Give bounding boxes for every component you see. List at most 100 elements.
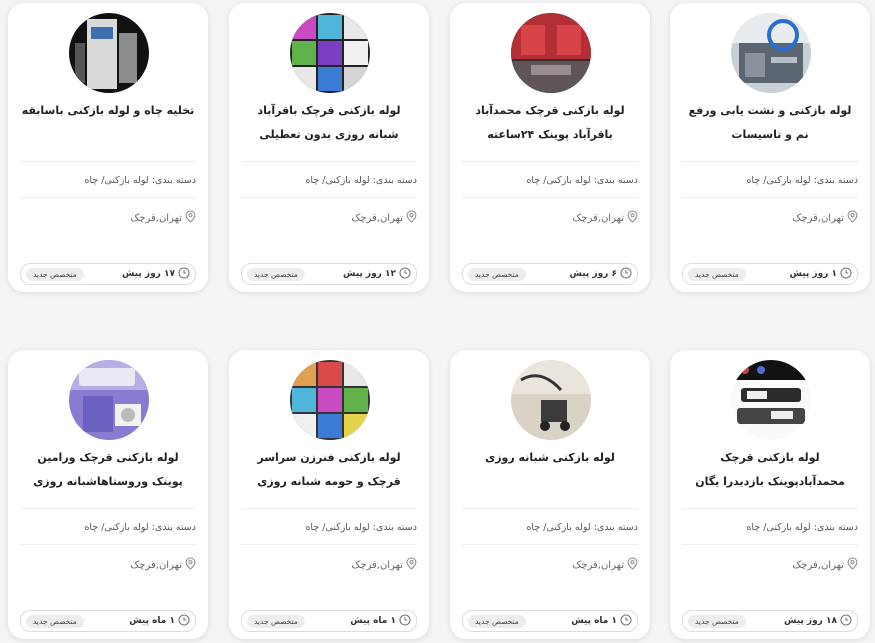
- category-prefix: دسته بندی:: [813, 522, 858, 533]
- status-badge: متخصص جدید: [468, 267, 526, 281]
- listing-time: ۱ ماه پیش: [571, 613, 632, 629]
- listing-footer: ۱۷ روز پیش متخصص جدید: [20, 263, 196, 285]
- listing-photo[interactable]: [69, 360, 149, 440]
- listing-photo[interactable]: [511, 360, 591, 440]
- listing-title[interactable]: لوله بازکنی قرچک باقرآباد شبانه روزی بدو…: [241, 99, 417, 155]
- clock-icon: [840, 266, 852, 282]
- listing-title[interactable]: لوله بازکنی قرچک ورامین پوینک وروستاهاشب…: [20, 446, 196, 502]
- clock-icon: [178, 613, 190, 629]
- listing-card[interactable]: تخلیه چاه و لوله بازکنی باسابقه دسته بندی…: [8, 3, 208, 292]
- category-prefix: دسته بندی:: [813, 175, 858, 186]
- location-pin-icon: [627, 210, 638, 226]
- listing-card[interactable]: لوله بازکنی و نشت یابی ورفع نم و تاسیسات…: [670, 3, 870, 292]
- listing-title[interactable]: لوله بازکنی و نشت یابی ورفع نم و تاسیسات: [682, 99, 858, 155]
- divider: [241, 508, 417, 509]
- listing-footer: ۱ ماه پیش متخصص جدید: [20, 610, 196, 632]
- listing-category: دسته بندی: لوله بازکنی/ چاه: [241, 175, 417, 186]
- listing-photo[interactable]: [731, 13, 811, 93]
- category-value: لوله بازکنی/ چاه: [746, 522, 811, 533]
- divider: [462, 544, 638, 545]
- listing-title[interactable]: لوله بازکنی فنرزن سراسر قرچک و حومه شبان…: [241, 446, 417, 502]
- time-text: ۱ روز پیش: [789, 269, 838, 279]
- status-badge: متخصص جدید: [688, 267, 746, 281]
- category-value: لوله بازکنی/ چاه: [526, 175, 591, 186]
- category-value: لوله بازکنی/ چاه: [305, 175, 370, 186]
- time-text: ۱ ماه پیش: [350, 616, 396, 626]
- divider: [20, 197, 196, 198]
- status-badge: متخصص جدید: [468, 614, 526, 628]
- clock-icon: [399, 266, 411, 282]
- divider: [682, 197, 858, 198]
- status-badge: متخصص جدید: [247, 614, 305, 628]
- listing-location: تهران,قرچک: [682, 210, 858, 226]
- listing-photo[interactable]: [511, 13, 591, 93]
- category-prefix: دسته بندی:: [593, 522, 638, 533]
- listing-location: تهران,قرچک: [682, 557, 858, 573]
- divider: [241, 544, 417, 545]
- clock-icon: [178, 266, 190, 282]
- time-text: ۱ ماه پیش: [129, 616, 175, 626]
- divider: [682, 161, 858, 162]
- location-text: تهران,قرچک: [130, 559, 182, 571]
- location-pin-icon: [627, 557, 638, 573]
- listing-photo[interactable]: [731, 360, 811, 440]
- divider: [462, 508, 638, 509]
- listing-location: تهران,قرچک: [462, 557, 638, 573]
- listing-footer: ۱۲ روز پیش متخصص جدید: [241, 263, 417, 285]
- listing-photo[interactable]: [69, 13, 149, 93]
- listing-card[interactable]: لوله بازکنی قرچک باقرآباد شبانه روزی بدو…: [229, 3, 429, 292]
- category-prefix: دسته بندی:: [372, 522, 417, 533]
- category-value: لوله بازکنی/ چاه: [746, 175, 811, 186]
- listing-card[interactable]: لوله بازکنی فنرزن سراسر قرچک و حومه شبان…: [229, 350, 429, 639]
- divider: [20, 508, 196, 509]
- listing-time: ۱ روز پیش: [789, 266, 853, 282]
- divider: [241, 197, 417, 198]
- listing-time: ۱۲ روز پیش: [343, 266, 411, 282]
- divider: [20, 161, 196, 162]
- listing-category: دسته بندی: لوله بازکنی/ چاه: [462, 522, 638, 533]
- time-text: ۱۷ روز پیش: [122, 269, 175, 279]
- category-prefix: دسته بندی:: [372, 175, 417, 186]
- listing-footer: ۶ روز پیش متخصص جدید: [462, 263, 638, 285]
- listing-photo[interactable]: [290, 360, 370, 440]
- location-pin-icon: [185, 210, 196, 226]
- listing-title[interactable]: لوله بازکنی شبانه روزی: [462, 446, 638, 502]
- category-value: لوله بازکنی/ چاه: [305, 522, 370, 533]
- listing-time: ۱۸ روز پیش: [784, 613, 852, 629]
- listing-category: دسته بندی: لوله بازکنی/ چاه: [20, 522, 196, 533]
- listing-footer: ۱ ماه پیش متخصص جدید: [462, 610, 638, 632]
- listing-time: ۶ روز پیش: [569, 266, 633, 282]
- listing-card[interactable]: لوله بازکنی قرچک محمدآبادپوینک بازدیدرا …: [670, 350, 870, 639]
- status-badge: متخصص جدید: [247, 267, 305, 281]
- listing-grid: لوله بازکنی و نشت یابی ورفع نم و تاسیسات…: [0, 0, 875, 643]
- category-prefix: دسته بندی:: [151, 175, 196, 186]
- location-text: تهران,قرچک: [572, 559, 624, 571]
- location-pin-icon: [406, 210, 417, 226]
- time-text: ۱۸ روز پیش: [784, 616, 837, 626]
- listing-photo[interactable]: [290, 13, 370, 93]
- listing-card[interactable]: لوله بازکنی شبانه روزی دسته بندی: لوله با…: [450, 350, 650, 639]
- location-text: تهران,قرچک: [351, 212, 403, 224]
- listing-card[interactable]: لوله بازکنی قرچک محمدآباد باقرآباد پوینک…: [450, 3, 650, 292]
- status-badge: متخصص جدید: [688, 614, 746, 628]
- location-text: تهران,قرچک: [130, 212, 182, 224]
- listing-location: تهران,قرچک: [20, 557, 196, 573]
- divider: [20, 544, 196, 545]
- listing-time: ۱ ماه پیش: [350, 613, 411, 629]
- status-badge: متخصص جدید: [26, 267, 84, 281]
- divider: [682, 544, 858, 545]
- category-value: لوله بازکنی/ چاه: [526, 522, 591, 533]
- time-text: ۶ روز پیش: [569, 269, 618, 279]
- listing-title[interactable]: لوله بازکنی قرچک محمدآباد باقرآباد پوینک…: [462, 99, 638, 155]
- location-text: تهران,قرچک: [792, 559, 844, 571]
- category-value: لوله بازکنی/ چاه: [84, 522, 149, 533]
- listing-card[interactable]: لوله بازکنی قرچک ورامین پوینک وروستاهاشب…: [8, 350, 208, 639]
- listing-title[interactable]: تخلیه چاه و لوله بازکنی باسابقه: [20, 99, 196, 155]
- location-text: تهران,قرچک: [351, 559, 403, 571]
- time-text: ۱ ماه پیش: [571, 616, 617, 626]
- location-pin-icon: [847, 210, 858, 226]
- listing-time: ۱۷ روز پیش: [122, 266, 190, 282]
- location-pin-icon: [185, 557, 196, 573]
- listing-title[interactable]: لوله بازکنی قرچک محمدآبادپوینک بازدیدرا …: [682, 446, 858, 502]
- listing-location: تهران,قرچک: [241, 557, 417, 573]
